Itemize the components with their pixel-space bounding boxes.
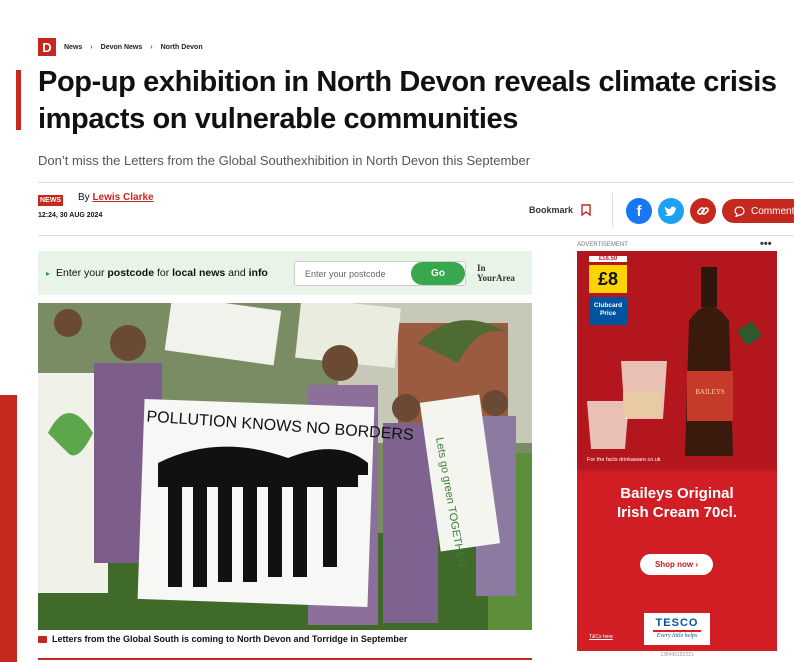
drinkaware-notice: For the facts drinkaware.co.uk <box>587 457 661 463</box>
camera-icon <box>38 635 47 643</box>
tesco-logo: TESCO Every little helps <box>644 613 710 645</box>
tesco-stripe <box>653 630 701 632</box>
devon-live-logo[interactable]: D <box>38 38 56 56</box>
postcode-go-button[interactable]: Go <box>411 262 465 285</box>
prompt-part: Enter your <box>56 267 108 279</box>
ad-product-panel: BAILEYS £16.50 £8 Clubcard Price For the… <box>577 251 777 469</box>
side-accent-bar <box>0 395 17 662</box>
tesco-wordmark: TESCO <box>655 617 699 629</box>
prompt-info: info <box>248 267 268 279</box>
ad-terms-link[interactable]: T&Cs here <box>589 634 613 640</box>
ad-options-menu-icon[interactable]: ••• <box>760 238 772 250</box>
page: D News › Devon News › North Devon Pop-up… <box>0 0 794 662</box>
baileys-tesco-advert[interactable]: BAILEYS £16.50 £8 Clubcard Price For the… <box>577 251 777 651</box>
by-prefix: By <box>78 192 90 203</box>
comment-icon <box>734 205 745 217</box>
prompt-part: for <box>154 267 173 279</box>
arrow-right-icon: ▸ <box>46 268 51 278</box>
tesco-tagline: Every little helps <box>656 633 698 639</box>
breadcrumb-north-devon[interactable]: North Devon <box>161 44 203 51</box>
bookmark-button[interactable]: Bookmark <box>529 204 591 216</box>
author-link[interactable]: Lewis Clarke <box>92 192 153 203</box>
breadcrumb-devon-news[interactable]: Devon News <box>101 44 143 51</box>
ad-headline-line-1: Baileys Original <box>620 485 734 502</box>
twitter-share-button[interactable] <box>658 198 684 224</box>
ad-headline-line-2: Irish Cream 70cl. <box>616 504 738 521</box>
bottle-label: BAILEYS <box>695 388 725 396</box>
prompt-part: and <box>225 267 249 279</box>
section-divider <box>38 658 532 660</box>
byline-text: By Lewis Clarke <box>78 192 154 203</box>
children-protest-photo: POLLUTION KNOWS NO BORDERS Lets go green… <box>38 303 532 630</box>
comments-button[interactable]: Comments <box>722 199 794 223</box>
shop-now-button[interactable]: Shop now › <box>640 554 713 575</box>
article-timestamp: 12:24, 30 AUG 2024 <box>38 212 103 219</box>
brand-line-2: YourArea <box>477 273 515 283</box>
clubcard-price-label: Clubcard Price <box>589 297 627 325</box>
was-price: £16.50 <box>589 256 627 262</box>
divider <box>38 182 794 183</box>
facebook-share-button[interactable]: f <box>626 198 652 224</box>
ad-headline: Baileys Original Irish Cream 70cl. <box>577 484 777 522</box>
divider <box>38 235 794 236</box>
postcode-widget: ▸ Enter your postcode for local news and… <box>38 251 532 295</box>
comments-label: Comments <box>751 205 794 217</box>
article-headline: Pop-up exhibition in North Devon reveals… <box>38 66 777 135</box>
news-tag-badge: NEWS <box>38 195 63 206</box>
ad-id: 138496152221 <box>660 652 694 658</box>
advertisement-label: ADVERTISEMENT <box>577 242 628 248</box>
postcode-prompt: Enter your postcode for local news and i… <box>56 267 268 279</box>
brand-line-1: In <box>477 263 486 273</box>
caption-text: Letters from the Global South is coming … <box>52 634 408 644</box>
bookmark-icon <box>581 204 591 216</box>
article-standfirst: Don’t miss the Letters from the Global S… <box>38 153 531 168</box>
prompt-postcode: postcode <box>107 267 155 279</box>
breadcrumb: D News › Devon News › North Devon <box>38 38 203 56</box>
inyourarea-logo[interactable]: In YourArea <box>477 263 515 283</box>
chevron-right-icon: › <box>90 43 93 51</box>
headline-accent-bar <box>16 70 21 130</box>
breadcrumb-news[interactable]: News <box>64 44 82 51</box>
bookmark-label: Bookmark <box>529 205 574 215</box>
share-divider <box>612 193 613 227</box>
facebook-icon: f <box>636 202 642 220</box>
copy-link-button[interactable] <box>690 198 716 224</box>
prompt-local-news: local news <box>172 267 226 279</box>
link-icon <box>697 207 709 215</box>
article-hero-image[interactable]: POLLUTION KNOWS NO BORDERS Lets go green… <box>38 303 532 630</box>
image-caption: Letters from the Global South is coming … <box>38 634 407 644</box>
chevron-right-icon: › <box>150 43 153 51</box>
clubcard-price: £8 <box>589 265 627 293</box>
twitter-icon <box>664 206 677 217</box>
